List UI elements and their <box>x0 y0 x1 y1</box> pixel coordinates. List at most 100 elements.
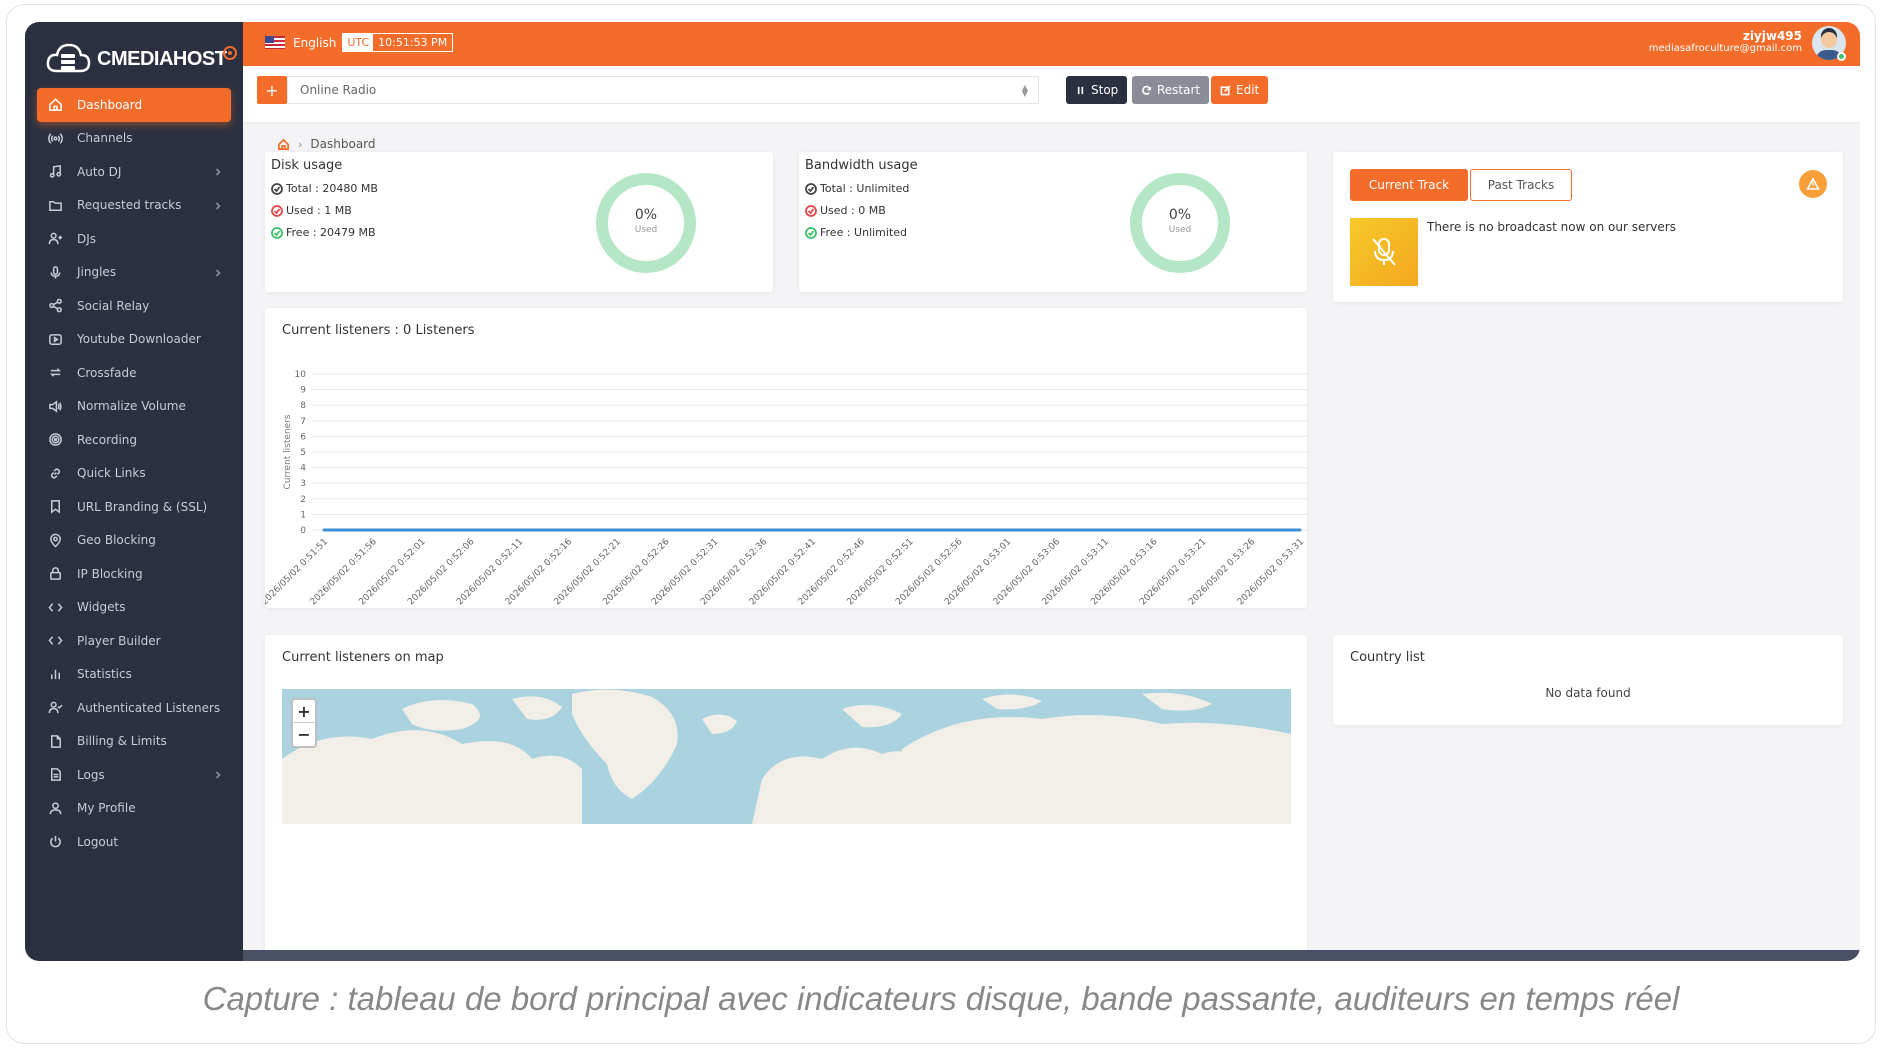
world-map[interactable]: + − <box>282 689 1291 824</box>
disk-percent: 0% <box>634 207 658 223</box>
warning-icon[interactable] <box>1799 170 1827 198</box>
sidebar-item-auto-dj[interactable]: Auto DJ <box>37 155 231 189</box>
data-point <box>371 528 375 532</box>
language-selector[interactable]: English UTC 10:51:53 PM <box>265 33 454 52</box>
sidebar-item-geo-blocking[interactable]: Geo Blocking <box>37 524 231 558</box>
folder-icon <box>47 197 63 213</box>
sidebar-item-url-branding-ssl[interactable]: URL Branding & (SSL) <box>37 490 231 524</box>
data-point <box>664 528 668 532</box>
breadcrumb: › Dashboard <box>277 137 376 151</box>
sidebar-item-logs[interactable]: Logs <box>37 758 231 792</box>
sidebar-item-label: DJs <box>77 231 97 246</box>
sidebar-item-label: Normalize Volume <box>77 399 186 414</box>
user-menu[interactable]: ziyjw495 mediasafroculture@gmail.com <box>1649 29 1802 54</box>
tab-past-tracks[interactable]: Past Tracks <box>1470 169 1572 201</box>
sidebar-item-dashboard[interactable]: Dashboard <box>37 88 231 122</box>
data-point <box>1200 528 1204 532</box>
listeners-map-title: Current listeners on map <box>282 650 444 665</box>
utc-time: 10:51:53 PM <box>378 36 448 49</box>
sidebar-item-logout[interactable]: Logout <box>37 825 231 859</box>
sidebar-item-normalize-volume[interactable]: Normalize Volume <box>37 390 231 424</box>
bandwidth-total-row: Total : Unlimited <box>805 182 918 195</box>
data-point <box>810 528 814 532</box>
edit-button[interactable]: Edit <box>1211 76 1269 104</box>
data-point <box>712 528 716 532</box>
data-point <box>761 528 765 532</box>
country-list-empty: No data found <box>1545 686 1631 700</box>
settings-gear-icon[interactable] <box>223 46 237 60</box>
bandwidth-usage-donut: 0% Used <box>1130 173 1230 273</box>
home-icon[interactable] <box>277 138 290 151</box>
listeners-map-card: Current listeners on map + − <box>265 635 1307 955</box>
sidebar-item-my-profile[interactable]: My Profile <box>37 792 231 826</box>
sidebar-item-recording[interactable]: Recording <box>37 423 231 457</box>
utc-label: UTC <box>343 34 374 51</box>
chevron-right-icon: › <box>298 137 303 151</box>
sidebar-item-widgets[interactable]: Widgets <box>37 591 231 625</box>
bar-chart-icon <box>47 666 63 682</box>
y-tick-label: 9 <box>300 386 306 396</box>
sidebar-item-label: My Profile <box>77 801 136 816</box>
station-select[interactable]: Online Radio ▲ ▼ <box>287 76 1039 104</box>
broadcast-icon <box>47 130 63 146</box>
music-icon <box>47 164 63 180</box>
add-station-button[interactable]: + <box>257 76 287 104</box>
data-point <box>517 528 521 532</box>
tab-current-track[interactable]: Current Track <box>1350 169 1468 201</box>
sidebar-item-quick-links[interactable]: Quick Links <box>37 457 231 491</box>
restart-button[interactable]: Restart <box>1132 76 1210 104</box>
language-label: English <box>293 35 337 50</box>
disk-percent-label: Used <box>634 225 658 235</box>
sidebar-item-djs[interactable]: DJs <box>37 222 231 256</box>
sidebar-item-label: Crossfade <box>77 365 137 380</box>
sidebar-item-statistics[interactable]: Statistics <box>37 658 231 692</box>
sidebar-item-player-builder[interactable]: Player Builder <box>37 624 231 658</box>
sidebar-item-ip-blocking[interactable]: IP Blocking <box>37 557 231 591</box>
user-plus-icon <box>47 231 63 247</box>
zoom-in-button[interactable]: + <box>293 700 315 723</box>
sidebar-item-label: Billing & Limits <box>77 734 167 749</box>
check-circle-icon <box>271 226 283 239</box>
sidebar-item-channels[interactable]: Channels <box>37 122 231 156</box>
y-tick-label: 6 <box>300 432 306 442</box>
sidebar-item-crossfade[interactable]: Crossfade <box>37 356 231 390</box>
sidebar-item-label: Youtube Downloader <box>77 332 201 347</box>
data-point <box>566 528 570 532</box>
us-flag-icon <box>265 36 285 49</box>
zoom-out-button[interactable]: − <box>293 723 315 746</box>
map-land-shapes <box>282 689 1291 824</box>
brand-logo[interactable]: CMEDIAHOST <box>45 36 243 82</box>
sidebar-item-billing-limits[interactable]: Billing & Limits <box>37 725 231 759</box>
volume-icon <box>47 398 63 414</box>
chevron-right-icon <box>213 267 223 277</box>
bandwidth-free: Free : Unlimited <box>820 226 908 239</box>
y-tick-label: 3 <box>300 479 306 489</box>
link-icon <box>47 465 63 481</box>
data-point <box>615 528 619 532</box>
chevron-right-icon <box>213 200 223 210</box>
bandwidth-percent-label: Used <box>1168 225 1192 235</box>
disk-total: Total : 20480 MB <box>286 182 378 195</box>
sidebar-item-label: Authenticated Listeners <box>77 700 221 715</box>
donut-ring <box>596 173 696 273</box>
sidebar-item-requested-tracks[interactable]: Requested tracks <box>37 189 231 223</box>
username: ziyjw495 <box>1742 29 1802 43</box>
sidebar-nav: Dashboard Channels Auto DJ Requested tracks… <box>37 88 231 859</box>
edit-label: Edit <box>1236 83 1260 97</box>
sidebar-item-youtube-downloader[interactable]: Youtube Downloader <box>37 323 231 357</box>
current-track-card: Current Track Past Tracks There is no br… <box>1333 152 1843 302</box>
sidebar-item-jingles[interactable]: Jingles <box>37 256 231 290</box>
disk-used-row: Used : 1 MB <box>271 204 378 217</box>
user-email: mediasafroculture@gmail.com <box>1648 43 1802 54</box>
sidebar-item-social-relay[interactable]: Social Relay <box>37 289 231 323</box>
bottom-scroll-strip <box>243 950 1860 961</box>
sidebar-item-label: Logs <box>77 767 105 782</box>
edit-icon <box>1220 84 1231 95</box>
y-tick-label: 10 <box>295 370 307 380</box>
data-point <box>1005 528 1009 532</box>
restart-label: Restart <box>1157 83 1201 97</box>
mic-off-icon <box>1350 218 1418 286</box>
country-list-card: Country list No data found <box>1333 635 1843 725</box>
stop-button[interactable]: Stop <box>1066 76 1128 104</box>
sidebar-item-authenticated-listeners[interactable]: Authenticated Listeners <box>37 691 231 725</box>
